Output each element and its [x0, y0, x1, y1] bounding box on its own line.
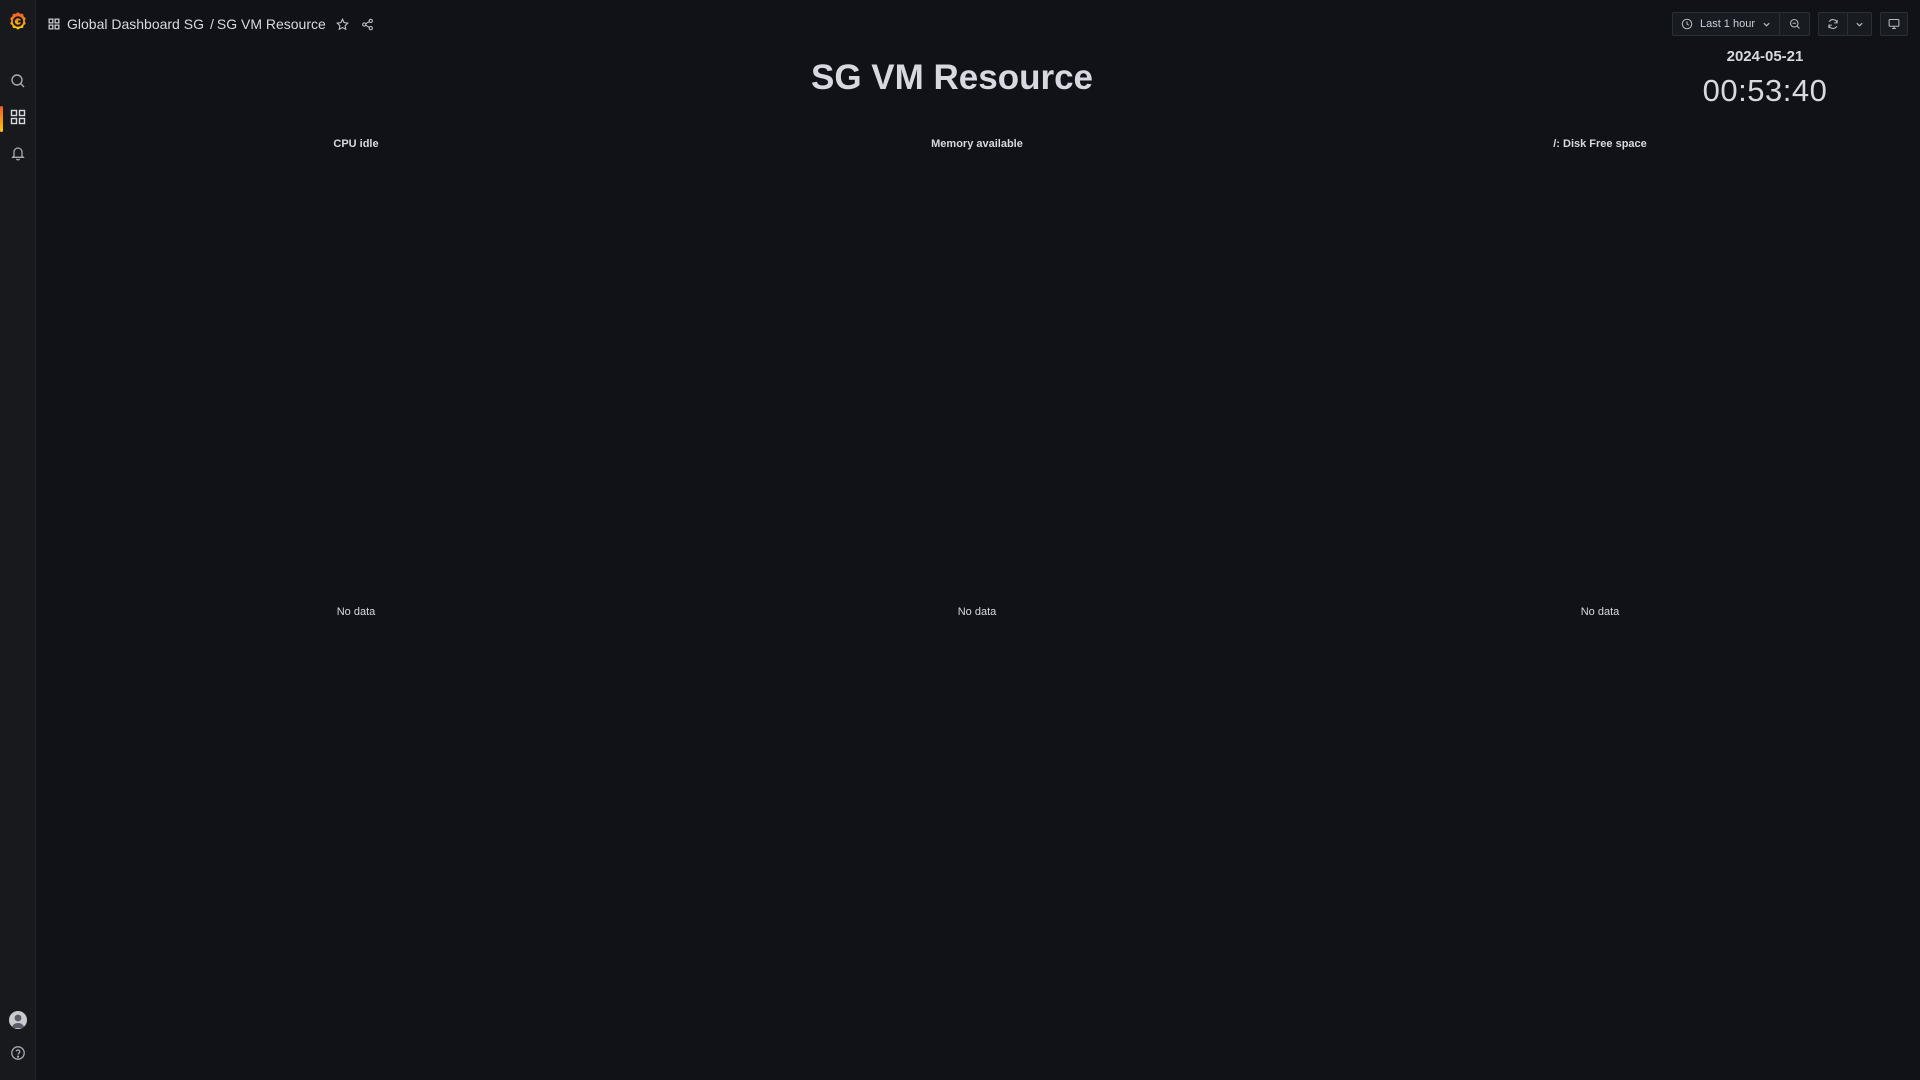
- monitor-icon: [1888, 18, 1900, 30]
- sidebar: [0, 0, 36, 1080]
- breadcrumb-folder-link[interactable]: Global Dashboard SG: [67, 16, 204, 32]
- avatar[interactable]: [9, 1011, 27, 1029]
- dashboard-title-link[interactable]: SG VM Resource: [217, 16, 326, 32]
- time-range-picker[interactable]: Last 1 hour: [1671, 12, 1780, 36]
- panel-disk-free-space[interactable]: /: Disk Free space No data: [1290, 134, 1910, 944]
- help-icon: [10, 1045, 26, 1066]
- nav-search[interactable]: [0, 66, 36, 100]
- no-data-message: No data: [957, 606, 997, 618]
- panel-title[interactable]: Memory available: [667, 138, 1287, 150]
- clock-time: 00:53:40: [1702, 73, 1828, 108]
- nav-help[interactable]: [0, 1038, 36, 1072]
- breadcrumb: Global Dashboard SG / SG VM Resource: [48, 14, 374, 34]
- clock-date: 2024-05-21: [1726, 48, 1804, 65]
- dashboards-icon: [10, 109, 26, 130]
- panel-cpu-idle[interactable]: CPU idle No data: [46, 134, 666, 944]
- bell-icon: [10, 145, 26, 166]
- dashboard-heading: SG VM Resource: [810, 58, 1094, 97]
- grafana-logo-icon[interactable]: [5, 8, 31, 34]
- panel-title[interactable]: /: Disk Free space: [1290, 138, 1910, 150]
- dashboard-toolbar: Last 1 hour: [1671, 12, 1908, 36]
- refresh-icon: [1827, 18, 1839, 30]
- top-bar: Global Dashboard SG / SG VM Resource Las…: [36, 0, 1920, 46]
- chevron-down-icon: [1855, 20, 1864, 29]
- panel-memory-available[interactable]: Memory available No data: [667, 134, 1287, 944]
- kiosk-mode-button[interactable]: [1880, 12, 1908, 36]
- clock-icon: [1681, 18, 1693, 30]
- zoom-out-icon: [1789, 18, 1801, 30]
- refresh-interval-dropdown[interactable]: [1848, 12, 1872, 36]
- star-icon[interactable]: [335, 17, 349, 31]
- refresh-button[interactable]: [1818, 12, 1848, 36]
- breadcrumb-separator: /: [209, 16, 214, 32]
- search-icon: [10, 73, 26, 94]
- clock-panel: 2024-05-21 00:53:40: [1670, 48, 1860, 109]
- zoom-out-button[interactable]: [1780, 12, 1810, 36]
- time-range-label: Last 1 hour: [1699, 18, 1755, 30]
- dashboards-icon: [48, 18, 60, 30]
- nav-alerting[interactable]: [0, 138, 36, 172]
- panel-title[interactable]: CPU idle: [46, 138, 666, 150]
- nav-dashboards[interactable]: [0, 102, 36, 136]
- chevron-down-icon: [1762, 20, 1771, 29]
- no-data-message: No data: [336, 606, 376, 618]
- no-data-message: No data: [1580, 606, 1620, 618]
- share-icon[interactable]: [361, 18, 374, 31]
